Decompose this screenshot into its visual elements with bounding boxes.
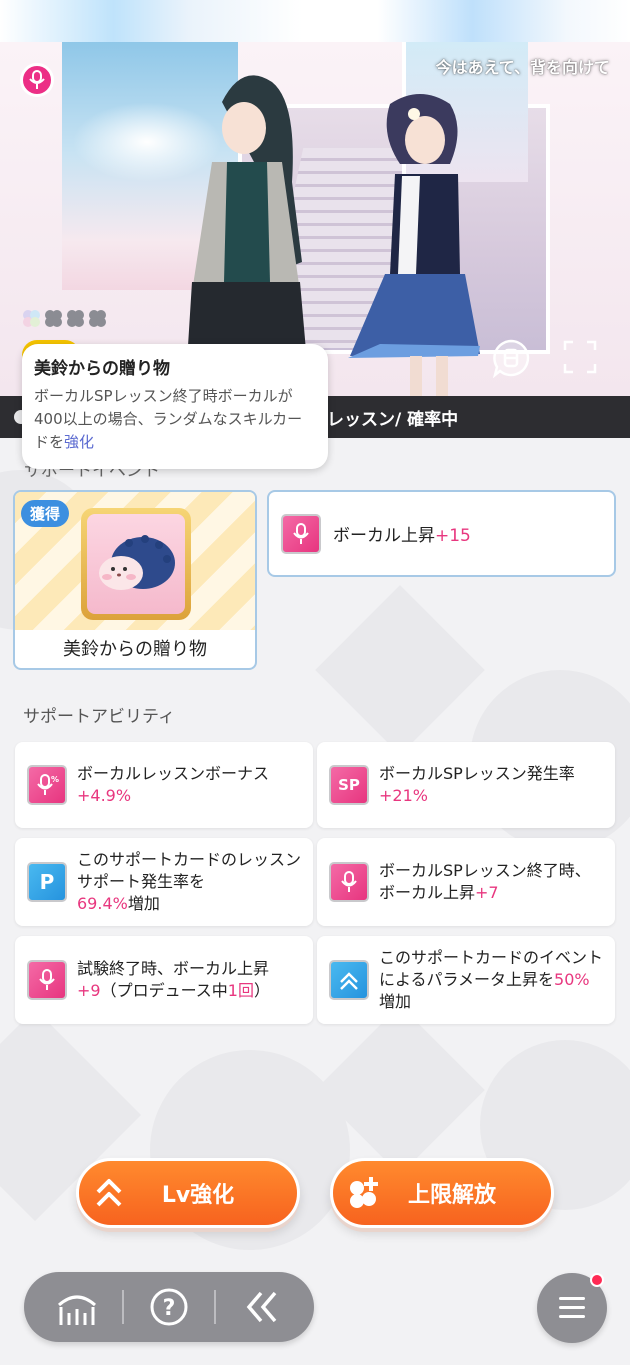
rarity-flower-icon-2 (44, 309, 63, 328)
vocal-lesson-bonus-icon: % (27, 765, 67, 805)
rarity-flower-icon-4 (88, 309, 107, 328)
vocal-up-icon (281, 513, 321, 554)
character-right (348, 94, 480, 396)
mic-icon (29, 70, 45, 89)
dialogue-icon[interactable] (491, 338, 531, 379)
svg-text:?: ? (163, 1296, 176, 1321)
level-up-label: Lv強化 (161, 1183, 235, 1208)
level-up-button[interactable]: Lv強化 (76, 1158, 300, 1228)
svg-text:%: % (51, 775, 59, 784)
hedgehog-plush-icon (99, 535, 175, 590)
vocal-up-icon (27, 960, 67, 1000)
limit-break-plus-icon (333, 1175, 393, 1211)
tooltip-body: ボーカルSPレッスン終了時ボーカルが400以上の場合、ランダムなスキルカードを強… (34, 385, 316, 454)
menu-icon (559, 1297, 585, 1318)
ability-text: このサポートカードのレッスンサポート発生率を 69.4%増加 (77, 850, 302, 913)
ability-vocal-sp-rate[interactable]: SP ボーカルSPレッスン発生率+21% (317, 742, 615, 828)
ability-text: ボーカルSPレッスン発生率+21% (379, 764, 575, 805)
ability-lesson-support-rate[interactable]: P このサポートカードのレッスンサポート発生率を 69.4%増加 (15, 838, 313, 926)
item-frame (81, 508, 191, 620)
skill-tooltip: 美鈴からの贈り物 ボーカルSPレッスン終了時ボーカルが400以上の場合、ランダム… (22, 344, 328, 469)
param-up-icon (329, 960, 369, 1000)
ability-text: このサポートカードのイベントによるパラメータ上昇を50%増加 (379, 948, 604, 1011)
ability-event-param-up[interactable]: このサポートカードのイベントによるパラメータ上昇を50%増加 (317, 936, 615, 1024)
help-icon: ? (150, 1288, 188, 1326)
top-banner-strip (0, 0, 630, 42)
home-button[interactable] (47, 1277, 107, 1337)
tooltip-highlight: 強化 (64, 433, 95, 451)
sp-icon: SP (329, 765, 369, 805)
help-button[interactable]: ? (139, 1277, 199, 1337)
card-title: 今はあえて、背を向けて (435, 58, 610, 77)
lesson-support-icon: P (27, 862, 67, 902)
vocal-type-badge (20, 63, 54, 97)
rarity-flower-icon-3 (66, 309, 85, 328)
obtained-badge: 獲得 (21, 500, 70, 527)
ability-vocal-sp-end-up[interactable]: ボーカルSPレッスン終了時、ボーカル上昇+7 (317, 838, 615, 926)
fullscreen-icon[interactable] (563, 340, 597, 374)
card-illustration (0, 42, 630, 396)
ability-vocal-lesson-bonus[interactable]: % ボーカルレッスンボーナス +4.9% (15, 742, 313, 828)
home-icon (58, 1295, 97, 1325)
back-icon (246, 1291, 276, 1323)
status-text: レッスン/ 確率中 (327, 409, 459, 430)
notification-dot (590, 1273, 604, 1287)
limit-break-label: 上限解放 (407, 1183, 496, 1208)
vocal-up-text: ボーカル上昇+15 (333, 526, 471, 546)
limit-break-button[interactable]: 上限解放 (330, 1158, 554, 1228)
support-abilities-label: サポートアビリティ (23, 707, 175, 727)
double-chevron-up-icon (79, 1176, 139, 1210)
ability-text: 試験終了時、ボーカル上昇 +9（プロデュース中1回） (77, 959, 270, 1000)
ability-exam-end-up[interactable]: 試験終了時、ボーカル上昇 +9（プロデュース中1回） (15, 936, 313, 1024)
vocal-up-event-card[interactable]: ボーカル上昇+15 (267, 490, 616, 577)
vocal-up-icon (329, 862, 369, 902)
event-item-name: 美鈴からの贈り物 (63, 639, 207, 660)
rarity-flower-icon-1 (22, 309, 41, 328)
support-event-card[interactable]: 獲得 美鈴からの贈り物 (13, 490, 257, 670)
bottom-nav: ? (24, 1272, 314, 1342)
ability-text: ボーカルSPレッスン終了時、ボーカル上昇+7 (379, 861, 591, 902)
tooltip-title: 美鈴からの贈り物 (34, 359, 170, 379)
back-button[interactable] (231, 1277, 291, 1337)
ability-text: ボーカルレッスンボーナス +4.9% (77, 764, 270, 805)
rarity-indicator (22, 309, 107, 328)
